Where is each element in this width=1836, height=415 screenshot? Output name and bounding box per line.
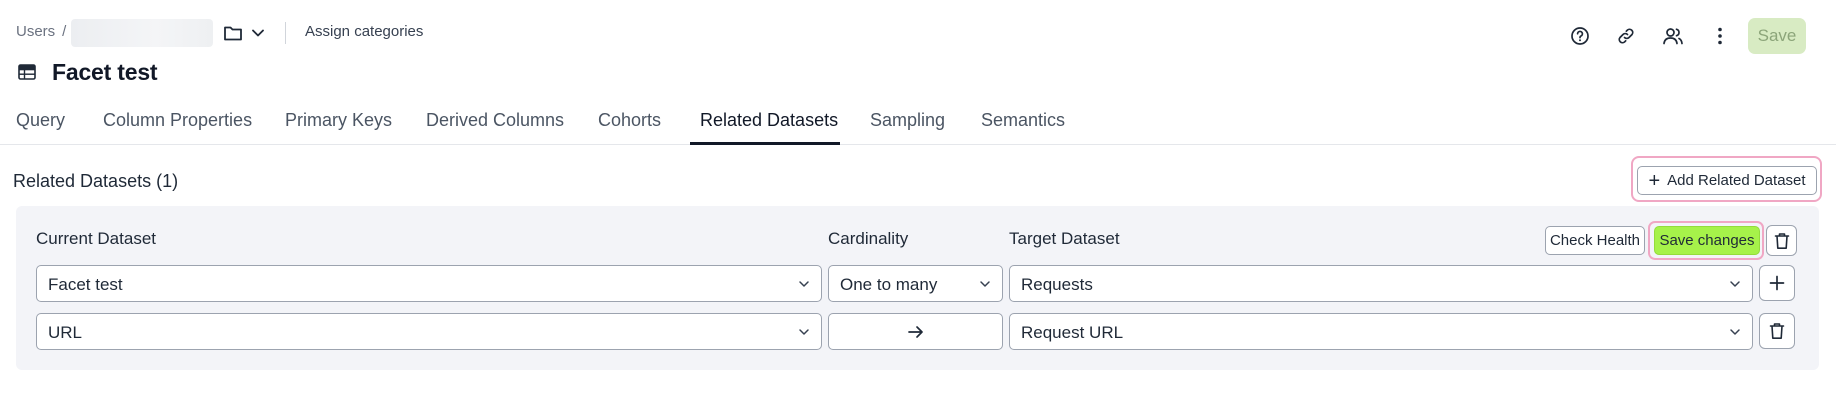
- breadcrumb-separator: /: [62, 23, 67, 40]
- add-related-dataset-label: Add Related Dataset: [1667, 172, 1806, 189]
- tab-semantics[interactable]: Semantics: [981, 110, 1065, 131]
- save-button[interactable]: Save: [1748, 18, 1806, 54]
- tab-column-properties[interactable]: Column Properties: [103, 110, 252, 131]
- arrow-right-icon: [907, 325, 923, 338]
- cardinality-label: Cardinality: [828, 229, 909, 248]
- active-tab-indicator: [690, 142, 840, 145]
- add-key-pair-button[interactable]: [1759, 265, 1795, 301]
- folder-icon: [224, 26, 242, 41]
- save-changes-button[interactable]: Save changes: [1654, 226, 1760, 255]
- table-icon: [16, 61, 38, 83]
- page-title: Facet test: [52, 58, 158, 85]
- plus-icon: [1769, 275, 1785, 291]
- cardinality-value: One to many: [840, 275, 938, 294]
- breadcrumb-users-link[interactable]: Users: [16, 23, 55, 40]
- chevron-down-icon: [1730, 281, 1740, 287]
- chevron-down-icon: [252, 29, 264, 37]
- tab-query[interactable]: Query: [16, 110, 65, 131]
- check-health-button[interactable]: Check Health: [1545, 226, 1645, 255]
- current-dataset-select[interactable]: Facet test: [36, 265, 822, 302]
- header-divider: [285, 22, 286, 44]
- more-options-button[interactable]: [1702, 20, 1738, 52]
- current-dataset-label: Current Dataset: [36, 229, 156, 248]
- trash-icon: [1774, 232, 1789, 249]
- help-button[interactable]: [1562, 20, 1598, 52]
- breadcrumb: Users /: [16, 23, 72, 40]
- top-bar: Users / Assign categories Save: [0, 0, 1836, 66]
- target-dataset-value: Requests: [1021, 275, 1093, 294]
- chevron-down-icon: [799, 281, 809, 287]
- current-column-select[interactable]: URL: [36, 313, 822, 350]
- copy-link-button[interactable]: [1608, 20, 1644, 52]
- folder-dropdown-button[interactable]: [248, 20, 268, 46]
- chevron-down-icon: [799, 329, 809, 335]
- more-vertical-icon: [1718, 27, 1722, 45]
- key-mapping-arrow: [828, 313, 1003, 350]
- assign-categories-link[interactable]: Assign categories: [305, 23, 423, 40]
- share-users-button[interactable]: [1655, 20, 1691, 52]
- users-icon: [1663, 28, 1683, 45]
- trash-icon: [1769, 323, 1785, 339]
- cardinality-select[interactable]: One to many: [828, 265, 1003, 302]
- tab-primary-keys[interactable]: Primary Keys: [285, 110, 392, 131]
- target-dataset-select[interactable]: Requests: [1009, 265, 1753, 302]
- help-icon: [1571, 27, 1589, 45]
- plus-icon: +: [1648, 169, 1661, 192]
- tab-sampling[interactable]: Sampling: [870, 110, 945, 131]
- link-icon: [1618, 28, 1634, 44]
- tab-derived-columns[interactable]: Derived Columns: [426, 110, 564, 131]
- target-column-select[interactable]: Request URL: [1009, 313, 1753, 350]
- tab-cohorts[interactable]: Cohorts: [598, 110, 661, 131]
- delete-key-pair-button[interactable]: [1759, 313, 1795, 349]
- current-column-value: URL: [48, 323, 83, 342]
- target-column-value: Request URL: [1021, 323, 1124, 342]
- delete-relation-button[interactable]: [1766, 225, 1797, 256]
- page-title-row: Facet test: [16, 56, 158, 88]
- tab-related-datasets[interactable]: Related Datasets: [700, 110, 838, 131]
- add-related-dataset-button[interactable]: + Add Related Dataset: [1637, 166, 1817, 195]
- current-dataset-value: Facet test: [48, 275, 123, 294]
- section-title: Related Datasets (1): [13, 171, 179, 191]
- chevron-down-icon: [980, 281, 990, 287]
- tab-bar: Query Column Properties Primary Keys Der…: [0, 104, 1836, 145]
- target-dataset-label: Target Dataset: [1009, 229, 1120, 248]
- folder-button[interactable]: [219, 20, 247, 46]
- chevron-down-icon: [1730, 329, 1740, 335]
- breadcrumb-redacted-user[interactable]: [71, 19, 213, 47]
